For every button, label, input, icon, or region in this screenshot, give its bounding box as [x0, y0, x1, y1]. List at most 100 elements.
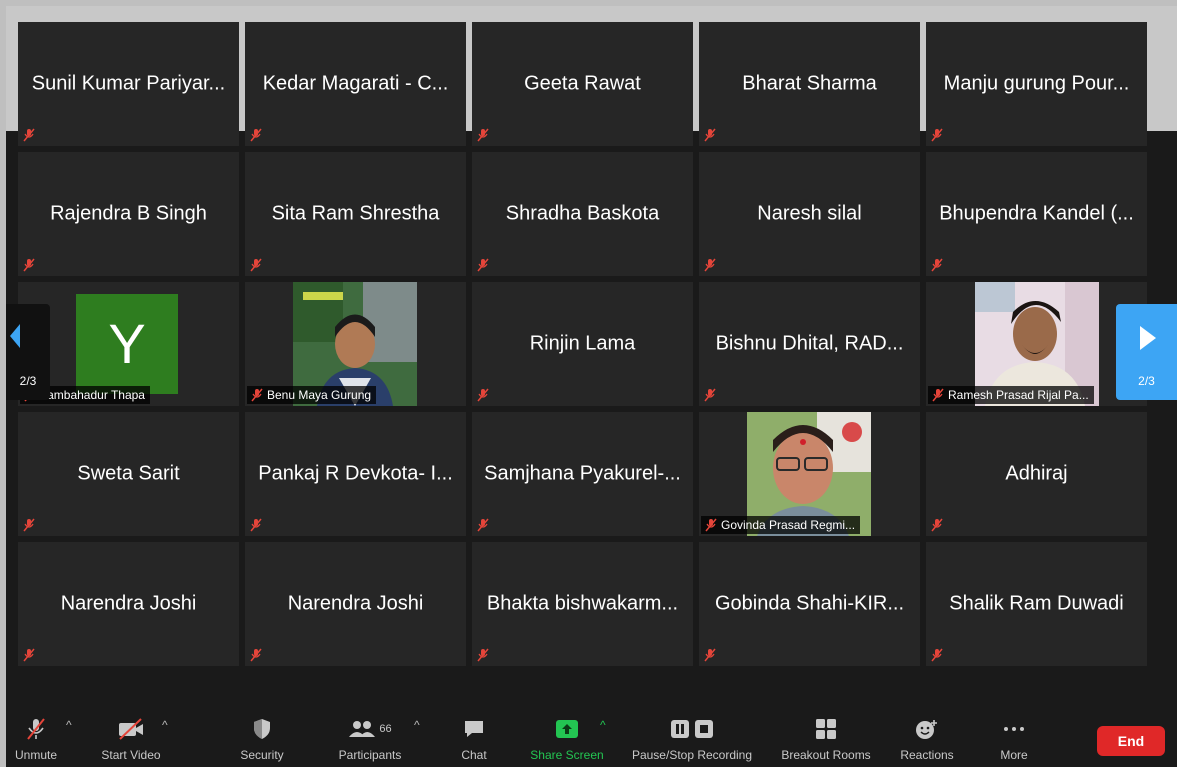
stop-icon[interactable] — [694, 719, 714, 739]
participant-name: Rinjin Lama — [529, 332, 636, 355]
zoom-meeting-window: Sunil Kumar Pariyar... Kedar Magarati - … — [6, 6, 1177, 767]
participants-button[interactable]: 66 Participants — [328, 716, 412, 762]
chat-icon — [465, 721, 483, 737]
security-button[interactable]: Security — [232, 716, 292, 762]
participant-name: Bharat Sharma — [742, 72, 877, 95]
muted-mic-icon — [931, 128, 943, 142]
participant-name-label: Govinda Prasad Regmi... — [701, 516, 861, 534]
breakout-rooms-button[interactable]: Breakout Rooms — [774, 716, 878, 762]
participant-tile[interactable]: Bhakta bishwakarm... — [472, 542, 693, 666]
pause-icon[interactable] — [670, 719, 690, 739]
participants-icon — [349, 721, 376, 737]
participant-name: Bishnu Dhital, RAD... — [715, 332, 904, 355]
participant-tile[interactable]: Bishnu Dhital, RAD... — [699, 282, 920, 406]
participant-tile[interactable]: Bhupendra Kandel (... — [926, 152, 1147, 276]
participant-tile[interactable]: Shalik Ram Duwadi — [926, 542, 1147, 666]
share-options-caret[interactable]: ^ — [600, 718, 606, 732]
video-options-caret[interactable]: ^ — [162, 718, 168, 732]
muted-mic-icon — [23, 518, 35, 532]
start-video-label: Start Video — [101, 748, 161, 762]
participant-name: Benu Maya Gurung — [267, 388, 372, 402]
participant-tile[interactable]: Sweta Sarit — [18, 412, 239, 536]
participant-tile[interactable]: Shradha Baskota — [472, 152, 693, 276]
participant-name: Rajendra B Singh — [50, 202, 207, 225]
next-page-button[interactable]: 2/3 — [1116, 304, 1177, 400]
participant-tile[interactable]: Ramesh Prasad Rijal Pa... — [926, 282, 1147, 406]
participant-name: Sunil Kumar Pariyar... — [31, 72, 226, 95]
recording-label: Pause/Stop Recording — [631, 748, 753, 762]
breakout-rooms-label: Breakout Rooms — [781, 748, 871, 762]
participant-tile[interactable]: Samjhana Pyakurel-... — [472, 412, 693, 536]
participant-name: Gobinda Shahi-KIR... — [715, 592, 904, 615]
muted-mic-icon — [250, 518, 262, 532]
previous-page-button[interactable]: 2/3 — [6, 304, 50, 400]
participant-name: Govinda Prasad Regmi... — [721, 518, 856, 532]
chat-label: Chat — [461, 748, 487, 762]
chevron-left-icon — [10, 324, 20, 348]
muted-mic-icon — [477, 388, 489, 402]
participant-tile[interactable]: Naresh silal — [699, 152, 920, 276]
participant-name: Ramesh Prasad Rijal Pa... — [948, 388, 1089, 402]
participant-name: Adhiraj — [1005, 462, 1068, 485]
meeting-controls-toolbar: Unmute ^ Start Video ^ Security 66 Parti… — [6, 706, 1177, 767]
muted-mic-icon — [477, 648, 489, 662]
participant-tile[interactable]: Gobinda Shahi-KIR... — [699, 542, 920, 666]
muted-mic-icon — [250, 128, 262, 142]
recording-controls[interactable]: Pause/Stop Recording — [622, 716, 762, 762]
participant-tile[interactable]: Adhiraj — [926, 412, 1147, 536]
muted-mic-icon — [705, 518, 717, 532]
participant-name: Narendra Joshi — [287, 592, 424, 615]
participant-tile[interactable]: Sunil Kumar Pariyar... — [18, 22, 239, 146]
participant-tile[interactable]: Benu Maya Gurung — [245, 282, 466, 406]
muted-mic-icon — [931, 648, 943, 662]
muted-mic-icon — [23, 258, 35, 272]
start-video-button[interactable]: Start Video — [92, 716, 170, 762]
participant-name: Bhakta bishwakarm... — [486, 592, 679, 615]
more-icon — [1004, 727, 1024, 731]
participant-name: Samjhana Pyakurel-... — [484, 462, 681, 485]
page-indicator: 2/3 — [19, 374, 37, 388]
participant-tile[interactable]: Rajendra B Singh — [18, 152, 239, 276]
participant-tile[interactable]: Kedar Magarati - C... — [245, 22, 466, 146]
participant-tile[interactable]: Narendra Joshi — [245, 542, 466, 666]
participants-label: Participants — [338, 748, 402, 762]
participant-name: Shradha Baskota — [505, 202, 660, 225]
chevron-right-icon — [1140, 326, 1156, 350]
share-screen-label: Share Screen — [530, 748, 604, 762]
muted-mic-icon — [250, 258, 262, 272]
participant-tile[interactable]: Geeta Rawat — [472, 22, 693, 146]
end-meeting-button[interactable]: End — [1097, 726, 1165, 756]
avatar: Y — [76, 294, 178, 394]
muted-mic-icon — [23, 648, 35, 662]
participants-count: 66 — [379, 723, 392, 735]
muted-mic-icon — [250, 648, 262, 662]
participant-tile[interactable]: Narendra Joshi — [18, 542, 239, 666]
muted-mic-icon — [931, 258, 943, 272]
chat-button[interactable]: Chat — [454, 716, 494, 762]
more-button[interactable]: More — [992, 716, 1036, 762]
participant-name: Shalik Ram Duwadi — [949, 592, 1124, 615]
unmute-button[interactable]: Unmute — [8, 716, 64, 762]
muted-mic-icon — [704, 388, 716, 402]
participant-tile[interactable]: Rinjin Lama — [472, 282, 693, 406]
participant-name: Yambahadur Thapa — [40, 388, 145, 402]
muted-mic-icon — [477, 128, 489, 142]
participants-options-caret[interactable]: ^ — [414, 718, 420, 732]
participant-tile[interactable]: Manju gurung Pour... — [926, 22, 1147, 146]
participant-name: Manju gurung Pour... — [943, 72, 1130, 95]
audio-options-caret[interactable]: ^ — [66, 718, 72, 732]
participant-tile[interactable]: Bharat Sharma — [699, 22, 920, 146]
participant-tile[interactable]: Pankaj R Devkota- I... — [245, 412, 466, 536]
muted-mic-icon — [704, 128, 716, 142]
muted-mic-icon — [932, 388, 944, 402]
page-indicator: 2/3 — [1138, 374, 1155, 388]
security-label: Security — [240, 748, 284, 762]
participant-gallery: Sunil Kumar Pariyar... Kedar Magarati - … — [18, 22, 1147, 666]
participant-tile[interactable]: Govinda Prasad Regmi... — [699, 412, 920, 536]
muted-mic-icon — [477, 258, 489, 272]
participant-tile[interactable]: Sita Ram Shrestha — [245, 152, 466, 276]
reactions-button[interactable]: Reactions — [894, 716, 960, 762]
video-off-icon — [119, 718, 143, 740]
muted-mic-icon — [931, 518, 943, 532]
participant-tile[interactable]: Y Yambahadur Thapa — [18, 282, 239, 406]
